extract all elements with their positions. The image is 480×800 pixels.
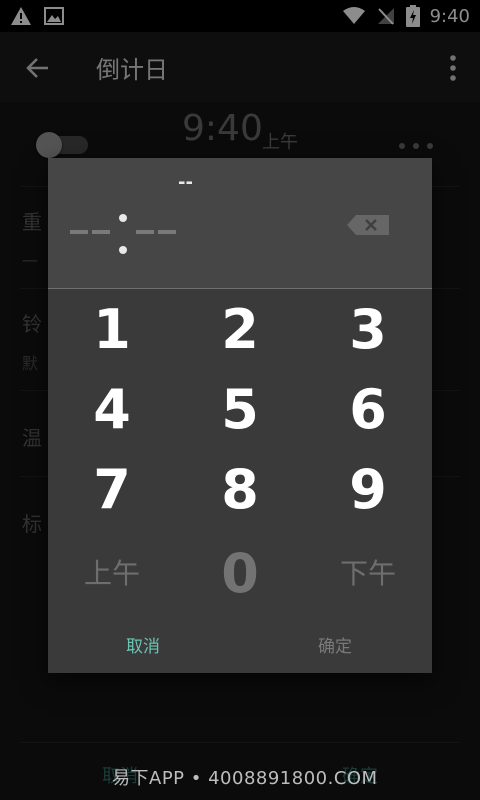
key-7[interactable]: 7 (64, 454, 160, 526)
ok-button[interactable]: 确定 (318, 632, 352, 657)
cancel-button[interactable]: 取消 (126, 632, 160, 657)
time-placeholder (70, 214, 176, 254)
watermark-text: 易下APP • 4008891800.COM (112, 768, 378, 789)
key-3[interactable]: 3 (320, 294, 416, 366)
key-2[interactable]: 2 (192, 294, 288, 366)
pm-button[interactable]: 下午 (320, 538, 416, 610)
key-5[interactable]: 5 (192, 374, 288, 446)
key-1[interactable]: 1 (64, 294, 160, 366)
time-display-header: -- (48, 158, 432, 288)
key-4[interactable]: 4 (64, 374, 160, 446)
key-8[interactable]: 8 (192, 454, 288, 526)
key-0[interactable]: 0 (192, 538, 288, 610)
hour-display: -- (178, 172, 193, 193)
divider (48, 288, 432, 289)
time-picker-dialog: -- 1 2 3 4 5 6 7 8 9 上午 0 下午 取消 确定 (48, 158, 432, 673)
backspace-icon[interactable] (346, 214, 390, 236)
key-6[interactable]: 6 (320, 374, 416, 446)
key-9[interactable]: 9 (320, 454, 416, 526)
am-button[interactable]: 上午 (64, 538, 160, 610)
